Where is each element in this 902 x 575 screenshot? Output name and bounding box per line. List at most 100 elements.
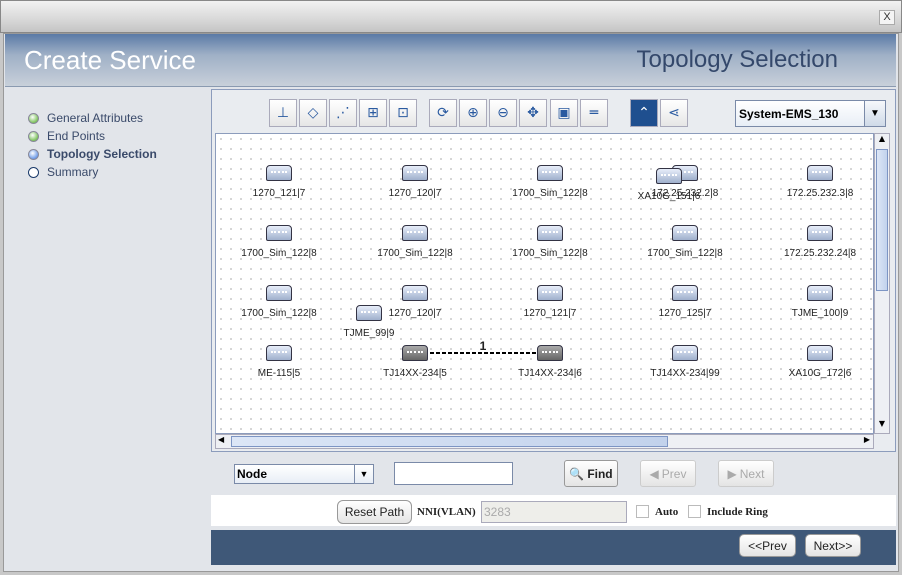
network-node-icon[interactable] xyxy=(807,225,833,241)
network-node-icon[interactable] xyxy=(402,285,428,301)
arrow-left-icon: ◀ xyxy=(649,466,659,481)
scroll-up-icon[interactable]: ▲ xyxy=(875,134,889,148)
refresh-button[interactable]: ⟳ xyxy=(429,99,457,127)
search-input[interactable] xyxy=(394,462,513,485)
chevron-down-icon[interactable]: ▼ xyxy=(354,465,373,483)
zoom-in-icon: ⊕ xyxy=(467,105,479,121)
network-node-icon[interactable] xyxy=(402,345,428,361)
auto-label: Auto xyxy=(655,506,679,518)
network-node-icon[interactable] xyxy=(266,165,292,181)
search-type-select[interactable]: Node ▼ xyxy=(234,464,374,484)
scroll-right-icon[interactable]: ▶ xyxy=(864,435,870,444)
scroll-thumb[interactable] xyxy=(231,436,668,447)
node-label: 1700_Sim_122|8 xyxy=(241,308,317,319)
find-label: Find xyxy=(587,466,613,481)
pan-button[interactable]: ✥ xyxy=(519,99,547,127)
network-node-icon[interactable] xyxy=(537,345,563,361)
wizard-nav-bar: <<Prev Next>> xyxy=(211,530,896,565)
network-node-icon[interactable] xyxy=(402,225,428,241)
node-label: TJ14XX-234|99 xyxy=(650,368,720,379)
close-button[interactable]: X xyxy=(879,10,895,25)
node-label: XA10G_172|6 xyxy=(788,368,852,379)
node-label: TJME_99|9 xyxy=(343,328,395,339)
step-label: Summary xyxy=(47,165,99,179)
network-node-icon[interactable] xyxy=(537,225,563,241)
network-node-icon[interactable] xyxy=(266,225,292,241)
node-label: 1270_121|7 xyxy=(252,188,306,199)
network-node-icon[interactable] xyxy=(672,225,698,241)
scroll-down-icon[interactable]: ▼ xyxy=(875,419,889,433)
refresh-icon: ⟳ xyxy=(437,105,449,121)
tree-layout-icon: ⊥ xyxy=(276,105,290,121)
network-node-icon[interactable] xyxy=(656,168,682,184)
zoom-in-button[interactable]: ⊕ xyxy=(459,99,487,127)
nni-vlan-input[interactable] xyxy=(481,501,627,523)
step-title: Topology Selection xyxy=(636,46,838,73)
next-step-button[interactable]: Next>> xyxy=(805,534,861,557)
scroll-left-icon[interactable]: ◀ xyxy=(218,435,224,444)
network-node-icon[interactable] xyxy=(537,285,563,301)
network-node-icon[interactable] xyxy=(266,285,292,301)
network-node-icon[interactable] xyxy=(807,165,833,181)
step-status-icon xyxy=(28,112,39,124)
horizontal-scrollbar[interactable]: ◀ ▶ xyxy=(215,434,874,449)
arrow-right-icon: ▶ xyxy=(727,466,737,481)
prev-result-button[interactable]: ◀ Prev xyxy=(640,460,696,487)
circular-layout-button[interactable]: ◇ xyxy=(299,99,327,127)
auto-checkbox[interactable] xyxy=(636,505,649,518)
node-label: ME-115|5 xyxy=(257,368,301,379)
share-button[interactable]: ⋖ xyxy=(660,99,688,127)
line-icon: ═ xyxy=(589,105,599,121)
vertical-scrollbar[interactable]: ▲ ▼ xyxy=(874,133,890,434)
network-node-icon[interactable] xyxy=(266,345,292,361)
node-label: 1270_125|7 xyxy=(658,308,712,319)
network-node-icon[interactable] xyxy=(537,165,563,181)
circular-layout-icon: ◇ xyxy=(307,105,319,121)
network-node-icon[interactable] xyxy=(402,165,428,181)
step-summary: Summary xyxy=(28,163,98,181)
ems-select[interactable]: System-EMS_130 ▼ xyxy=(735,100,886,127)
step-end-points: End Points xyxy=(28,127,105,145)
node-label: 1700_Sim_122|8 xyxy=(377,248,453,259)
link-label: 1 xyxy=(479,339,487,353)
zoom-out-icon: ⊖ xyxy=(497,105,509,121)
network-node-icon[interactable] xyxy=(807,345,833,361)
node-label: TJ14XX-234|6 xyxy=(518,368,582,379)
next-result-button[interactable]: ▶ Next xyxy=(718,460,774,487)
share-icon: ⋖ xyxy=(668,105,680,121)
chevron-down-icon[interactable]: ▼ xyxy=(864,101,885,126)
reset-path-button[interactable]: Reset Path xyxy=(337,500,412,524)
hierarchical-layout-button[interactable]: ⊞ xyxy=(359,99,387,127)
grid-layout-icon: ⊡ xyxy=(397,105,409,121)
fit-button[interactable]: ▣ xyxy=(550,99,578,127)
step-status-icon xyxy=(28,130,39,142)
step-status-icon xyxy=(28,148,39,160)
line-button[interactable]: ═ xyxy=(580,99,608,127)
network-node-icon[interactable] xyxy=(672,345,698,361)
node-label: 1270_120|7 xyxy=(388,308,442,319)
grid-layout-button[interactable]: ⊡ xyxy=(389,99,417,127)
step-label: General Attributes xyxy=(47,111,144,125)
include-ring-checkbox[interactable] xyxy=(688,505,701,518)
node-label: 1700_Sim_122|8 xyxy=(241,248,317,259)
prev-step-button[interactable]: <<Prev xyxy=(739,534,796,557)
ems-select-value: System-EMS_130 xyxy=(739,107,839,121)
pan-icon: ✥ xyxy=(527,105,539,121)
network-node-icon[interactable] xyxy=(807,285,833,301)
scroll-thumb[interactable] xyxy=(876,149,888,291)
node-label: XA10G_151|6 xyxy=(637,191,701,202)
diagonal-layout-button[interactable]: ⋰ xyxy=(329,99,357,127)
find-button[interactable]: 🔍 Find xyxy=(564,460,618,487)
topology-canvas[interactable]: 1 1270_121|7 1270_120|7 1700_Sim_122|8 172.… xyxy=(215,133,874,434)
collapse-button[interactable]: ⌃ xyxy=(630,99,658,127)
diagonal-layout-icon: ⋰ xyxy=(336,105,350,121)
network-node-icon[interactable] xyxy=(356,305,382,321)
node-label: 1700_Sim_122|8 xyxy=(512,188,588,199)
tree-layout-button[interactable]: ⊥ xyxy=(269,99,297,127)
zoom-out-button[interactable]: ⊖ xyxy=(489,99,517,127)
prev-result-label: Prev xyxy=(661,466,687,481)
step-label: End Points xyxy=(47,129,106,143)
step-general-attributes: General Attributes xyxy=(28,109,143,127)
title-bar: X xyxy=(0,0,902,33)
network-node-icon[interactable] xyxy=(672,285,698,301)
